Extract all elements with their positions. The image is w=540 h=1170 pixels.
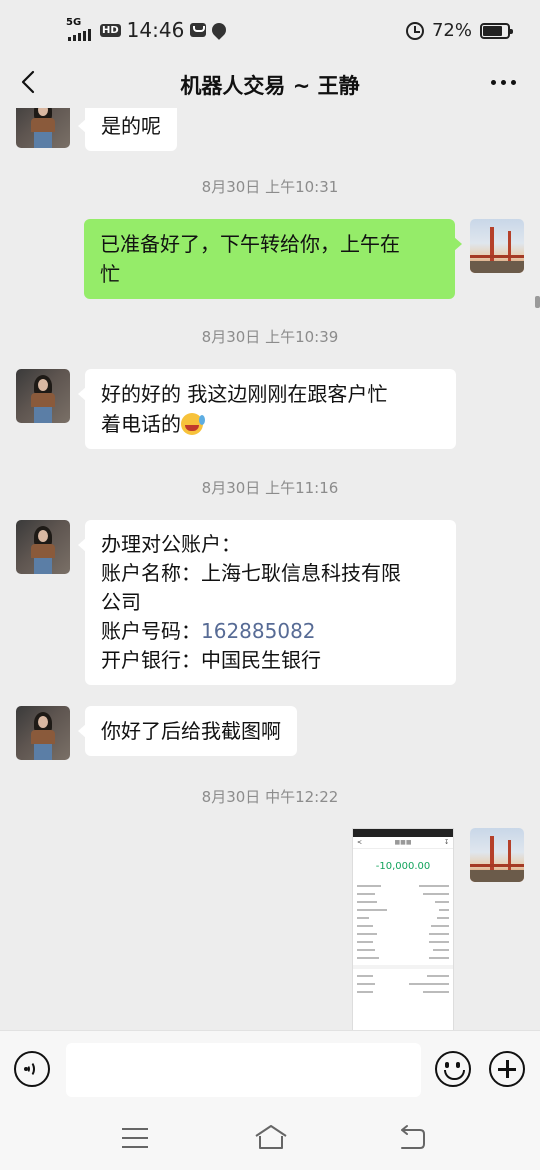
message-text: 账户名称：上海七耿信息科技有限 <box>101 561 401 585</box>
chat-header: 机器人交易 ~ 王静 <box>0 60 540 108</box>
back-nav-icon[interactable] <box>398 1124 426 1150</box>
battery-icon <box>480 22 513 39</box>
contact-avatar[interactable] <box>16 520 70 574</box>
message-bubble-sent[interactable]: 已准备好了，下午转给你，上午在 忙 <box>84 219 462 299</box>
message-text: 公司 <box>101 590 141 614</box>
message-input-bar <box>0 1030 540 1108</box>
account-number-link[interactable]: 162885082 <box>201 619 316 643</box>
message-text: 是的呢 <box>101 114 161 138</box>
location-notification-icon <box>209 20 230 40</box>
message-text: 好的好的 我这边刚刚在跟客户忙 <box>101 382 388 406</box>
voice-input-icon[interactable] <box>14 1051 50 1087</box>
message-text: 已准备好了，下午转给你，上午在 <box>100 232 400 256</box>
message-timestamp: 8月30日 上午11:16 <box>201 479 339 497</box>
my-avatar[interactable] <box>470 219 524 273</box>
message-text: 着电话的 <box>101 412 181 436</box>
more-functions-icon[interactable] <box>489 1051 525 1087</box>
signal-icon: 5G <box>66 17 94 41</box>
message-bubble-received[interactable]: 好的好的 我这边刚刚在跟客户忙 着电话的 <box>78 369 456 449</box>
home-icon[interactable] <box>254 1124 288 1150</box>
chat-message-list[interactable]: 是的呢 8月30日 上午10:31 已准备好了，下午转给你，上午在 忙 8月30… <box>0 108 540 1030</box>
more-options-icon[interactable] <box>491 80 516 85</box>
transfer-amount: -10,000.00 <box>375 861 431 872</box>
message-text: 忙 <box>100 262 120 286</box>
scrollbar[interactable] <box>535 296 540 308</box>
chat-title: 机器人交易 ~ 王静 <box>180 74 360 98</box>
message-input[interactable] <box>66 1043 421 1097</box>
contact-avatar[interactable] <box>16 706 70 760</box>
message-timestamp: 8月30日 中午12:22 <box>201 788 339 806</box>
battery-percent: 72% <box>431 20 472 41</box>
status-bar: 5G HD 14:46 72% <box>0 0 540 60</box>
hd-icon: HD <box>100 23 121 37</box>
system-navigation-bar <box>0 1108 540 1170</box>
message-text: 你好了后给我截图啊 <box>101 719 281 743</box>
message-text: 办理对公账户： <box>101 532 241 556</box>
contact-avatar[interactable] <box>16 369 70 423</box>
status-time: 14:46 <box>126 18 185 42</box>
network-type: 5G <box>66 17 82 28</box>
message-bubble-received[interactable]: 办理对公账户： 账户名称：上海七耿信息科技有限 公司 账户号码：16288508… <box>78 520 456 685</box>
message-timestamp: 8月30日 上午10:39 <box>201 328 339 346</box>
message-timestamp: 8月30日 上午10:31 <box>201 178 339 196</box>
message-bubble-received[interactable]: 是的呢 <box>78 108 177 151</box>
message-bubble-received[interactable]: 你好了后给我截图啊 <box>78 706 297 756</box>
message-notification-icon <box>190 23 207 37</box>
message-text: 账户号码： <box>101 619 201 643</box>
emoji-icon[interactable] <box>435 1051 471 1087</box>
my-avatar[interactable] <box>470 828 524 882</box>
crying-laughing-emoji-icon <box>181 413 205 435</box>
sent-screenshot-image[interactable]: < ■■■ ↧ -10,000.00 <box>352 828 454 1030</box>
recent-apps-icon[interactable] <box>122 1128 148 1148</box>
contact-avatar[interactable] <box>16 108 70 148</box>
alarm-icon <box>405 21 424 40</box>
message-text: 开户银行：中国民生银行 <box>101 648 321 672</box>
